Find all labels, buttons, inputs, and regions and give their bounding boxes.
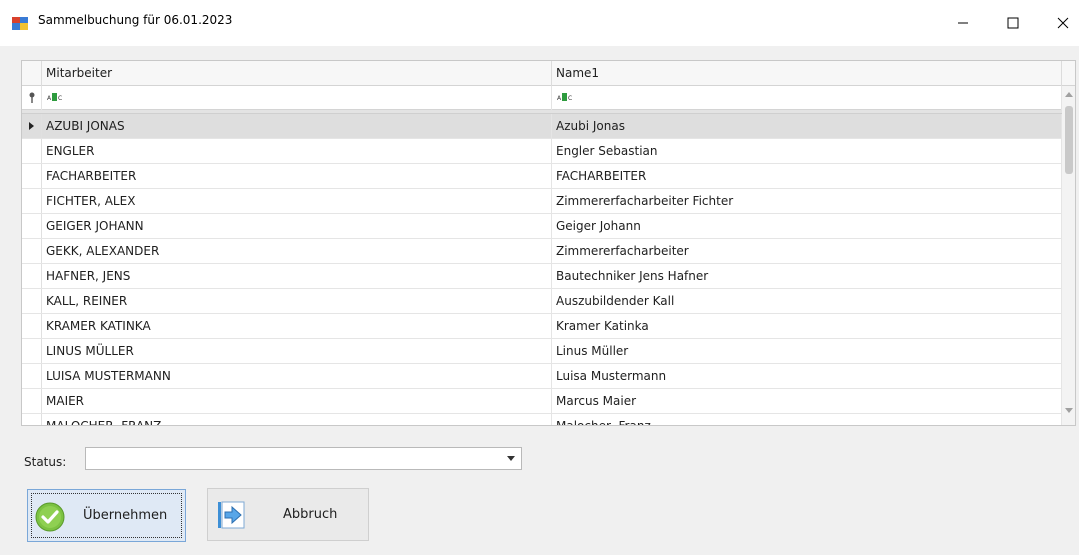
row-indicator[interactable] (22, 139, 42, 163)
apply-button[interactable]: Übernehmen (27, 489, 186, 542)
row-indicator[interactable] (22, 239, 42, 263)
close-icon (1057, 17, 1069, 29)
row-indicator[interactable] (22, 264, 42, 288)
maximize-icon (1007, 17, 1019, 29)
app-icon (12, 17, 28, 30)
filter-cell-name1[interactable]: A C (552, 86, 1062, 110)
scrollbar-thumb[interactable] (1065, 106, 1073, 174)
apply-button-label: Übernehmen (83, 508, 168, 523)
table-row[interactable]: GEKK, ALEXANDER Zimmererfacharbeiter (22, 239, 1062, 264)
cell-mitarbeiter[interactable]: LUISA MUSTERMANN (42, 364, 552, 388)
minimize-icon (958, 22, 968, 24)
chevron-down-icon (507, 456, 515, 461)
cancel-button[interactable]: Abbruch (207, 488, 369, 541)
employee-grid[interactable]: Mitarbeiter Name1 A C A C AZUBI JONAS Az… (21, 60, 1076, 426)
status-combobox[interactable] (85, 447, 522, 470)
cell-name1[interactable]: Engler Sebastian (552, 139, 1062, 163)
cell-name1[interactable]: Azubi Jonas (552, 114, 1062, 138)
cell-name1[interactable]: Auszubildender Kall (552, 289, 1062, 313)
cell-name1[interactable]: Malocher, Franz (552, 414, 1062, 425)
cell-mitarbeiter[interactable]: HAFNER, JENS (42, 264, 552, 288)
table-row[interactable]: AZUBI JONAS Azubi Jonas (22, 114, 1062, 139)
dialog-window: Sammelbuchung für 06.01.2023 Mitarbeiter… (0, 0, 1079, 555)
cell-name1[interactable]: Linus Müller (552, 339, 1062, 363)
vertical-scrollbar[interactable] (1062, 86, 1075, 425)
row-indicator[interactable] (22, 189, 42, 213)
cell-name1[interactable]: Zimmererfacharbeiter (552, 239, 1062, 263)
cell-mitarbeiter[interactable]: AZUBI JONAS (42, 114, 552, 138)
cancel-button-label: Abbruch (283, 507, 338, 522)
cell-mitarbeiter[interactable]: FACHARBEITER (42, 164, 552, 188)
cell-mitarbeiter[interactable]: KALL, REINER (42, 289, 552, 313)
cell-mitarbeiter[interactable]: GEIGER JOHANN (42, 214, 552, 238)
cell-name1[interactable]: Geiger Johann (552, 214, 1062, 238)
minimize-button[interactable] (940, 0, 986, 46)
cell-mitarbeiter[interactable]: GEKK, ALEXANDER (42, 239, 552, 263)
table-row[interactable]: FICHTER, ALEX Zimmererfacharbeiter Fichte… (22, 189, 1062, 214)
table-row[interactable]: KRAMER KATINKA Kramer Katinka (22, 314, 1062, 339)
scroll-up-icon (1065, 92, 1073, 97)
close-button[interactable] (1040, 0, 1079, 46)
row-indicator[interactable] (22, 364, 42, 388)
cell-mitarbeiter[interactable]: MALOCHER, FRANZ (42, 414, 552, 425)
row-indicator[interactable] (22, 114, 42, 138)
row-indicator[interactable] (22, 339, 42, 363)
table-row[interactable]: LINUS MÜLLER Linus Müller (22, 339, 1062, 364)
column-header-mitarbeiter[interactable]: Mitarbeiter (42, 61, 552, 86)
table-row[interactable]: MAIER Marcus Maier (22, 389, 1062, 414)
table-row[interactable]: GEIGER JOHANN Geiger Johann (22, 214, 1062, 239)
row-indicator[interactable] (22, 289, 42, 313)
table-row[interactable]: KALL, REINER Auszubildender Kall (22, 289, 1062, 314)
table-row[interactable]: FACHARBEITER FACHARBEITER (22, 164, 1062, 189)
row-indicator[interactable] (22, 389, 42, 413)
arrow-right-icon (218, 501, 245, 529)
grid-header: Mitarbeiter Name1 (22, 61, 1075, 86)
svg-text:C: C (58, 95, 62, 102)
header-indicator-cell (22, 61, 42, 86)
maximize-button[interactable] (990, 0, 1036, 46)
checkmark-icon (35, 502, 65, 532)
table-row[interactable]: ENGLER Engler Sebastian (22, 139, 1062, 164)
status-label: Status: (24, 455, 67, 469)
table-row[interactable]: HAFNER, JENS Bautechniker Jens Hafner (22, 264, 1062, 289)
text-filter-icon: A C (47, 93, 62, 102)
window-title: Sammelbuchung für 06.01.2023 (38, 13, 233, 27)
cell-name1[interactable]: FACHARBEITER (552, 164, 1062, 188)
svg-text:A: A (47, 95, 52, 102)
filter-indicator-cell (22, 86, 42, 110)
table-row[interactable]: MALOCHER, FRANZ Malocher, Franz (22, 414, 1062, 425)
row-indicator[interactable] (22, 314, 42, 338)
svg-text:A: A (557, 95, 562, 102)
cell-mitarbeiter[interactable]: KRAMER KATINKA (42, 314, 552, 338)
scroll-down-icon (1065, 408, 1073, 413)
filter-row: A C A C (22, 86, 1062, 110)
row-indicator[interactable] (22, 214, 42, 238)
title-bar: Sammelbuchung für 06.01.2023 (0, 0, 1079, 46)
cell-name1[interactable]: Zimmererfacharbeiter Fichter (552, 189, 1062, 213)
row-indicator[interactable] (22, 164, 42, 188)
row-pointer-icon (29, 122, 34, 130)
cell-mitarbeiter[interactable]: MAIER (42, 389, 552, 413)
row-indicator[interactable] (22, 414, 42, 425)
cell-mitarbeiter[interactable]: FICHTER, ALEX (42, 189, 552, 213)
cell-name1[interactable]: Kramer Katinka (552, 314, 1062, 338)
cell-mitarbeiter[interactable]: LINUS MÜLLER (42, 339, 552, 363)
cell-name1[interactable]: Luisa Mustermann (552, 364, 1062, 388)
column-header-name1[interactable]: Name1 (552, 61, 1062, 86)
cell-mitarbeiter[interactable]: ENGLER (42, 139, 552, 163)
filter-cell-mitarbeiter[interactable]: A C (42, 86, 552, 110)
svg-text:C: C (568, 95, 572, 102)
pin-icon (29, 92, 35, 103)
table-row[interactable]: LUISA MUSTERMANN Luisa Mustermann (22, 364, 1062, 389)
cell-name1[interactable]: Marcus Maier (552, 389, 1062, 413)
text-filter-icon: A C (557, 93, 572, 102)
cell-name1[interactable]: Bautechniker Jens Hafner (552, 264, 1062, 288)
